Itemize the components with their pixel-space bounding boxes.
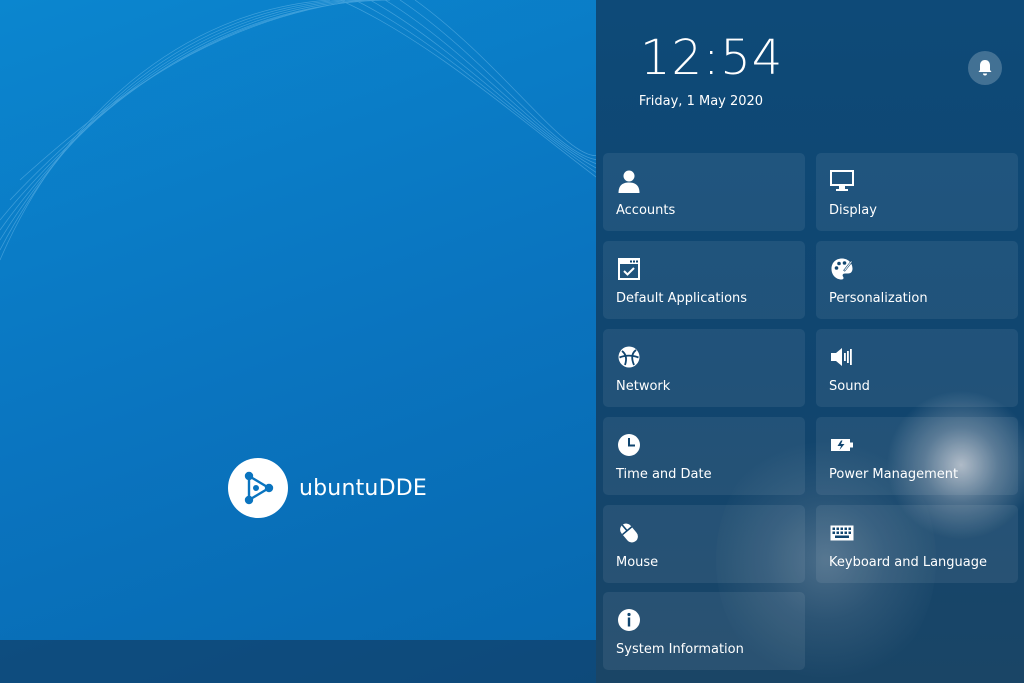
app-window-check-icon (616, 256, 642, 282)
tile-system-information[interactable]: System Information (603, 592, 805, 670)
bell-icon (978, 60, 992, 76)
info-icon (616, 607, 642, 633)
tile-label: Keyboard and Language (829, 555, 987, 570)
user-icon (616, 168, 642, 194)
ubuntudde-logo: ubuntuDDE (228, 458, 427, 518)
tile-time-and-date[interactable]: Time and Date (603, 417, 805, 495)
tile-label: Power Management (829, 467, 959, 482)
tile-mouse[interactable]: Mouse (603, 505, 805, 583)
tile-label: Time and Date (616, 467, 712, 482)
tile-label: Network (616, 379, 671, 394)
palette-icon (829, 256, 855, 282)
tile-sound[interactable]: Sound (816, 329, 1018, 407)
tile-accounts[interactable]: Accounts (603, 153, 805, 231)
tile-keyboard-and-language[interactable]: Keyboard and Language (816, 505, 1018, 583)
tile-label: System Information (616, 642, 744, 657)
tile-label: Sound (829, 379, 870, 394)
clock-time: 12:54 (640, 30, 784, 86)
clock-date: Friday, 1 May 2020 (638, 94, 764, 109)
tile-default-applications[interactable]: Default Applications (603, 241, 805, 319)
speaker-icon (829, 344, 855, 370)
tile-personalization[interactable]: Personalization (816, 241, 1018, 319)
keyboard-icon (829, 520, 855, 546)
notification-button[interactable] (968, 51, 1002, 85)
tile-power-management[interactable]: Power Management (816, 417, 1018, 495)
mouse-icon (616, 520, 642, 546)
logo-text: ubuntuDDE (299, 475, 427, 501)
ubuntudde-logo-icon (228, 458, 288, 518)
battery-icon (829, 432, 855, 458)
tile-label: Default Applications (616, 291, 748, 306)
tile-label: Display (829, 203, 877, 218)
tile-display[interactable]: Display (816, 153, 1018, 231)
tile-network[interactable]: Network (603, 329, 805, 407)
network-globe-icon (616, 344, 642, 370)
tile-label: Accounts (616, 203, 676, 218)
tile-label: Personalization (829, 291, 928, 306)
tile-label: Mouse (616, 555, 659, 570)
control-center-panel: 12:54 Friday, 1 May 2020 Accounts Displa… (596, 0, 1024, 683)
clock-icon (616, 432, 642, 458)
monitor-icon (829, 168, 855, 194)
